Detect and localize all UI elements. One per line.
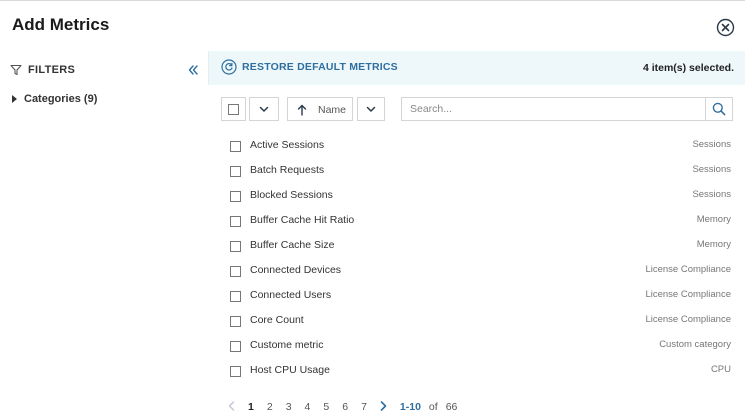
filter-icon — [10, 64, 22, 76]
chevron-left-icon — [228, 400, 235, 411]
list-item[interactable]: Buffer Cache Hit Ratio Memory — [221, 208, 733, 233]
select-all-checkbox[interactable] — [221, 97, 246, 121]
filters-label: FILTERS — [28, 64, 76, 76]
metric-category: License Compliance — [645, 314, 731, 325]
metric-name: Connected Devices — [250, 264, 342, 276]
chevron-down-icon — [366, 106, 376, 112]
sort-by-button[interactable]: Name — [287, 97, 353, 121]
row-checkbox[interactable] — [230, 166, 241, 177]
metric-name: Batch Requests — [250, 164, 325, 176]
metric-category: Memory — [696, 239, 731, 250]
metric-name: Buffer Cache Size — [250, 239, 335, 251]
list-item[interactable]: Buffer Cache Size Memory — [221, 233, 733, 258]
page-button-1[interactable]: 1 — [248, 401, 254, 413]
dialog-title: Add Metrics — [12, 15, 110, 34]
pagination: 1 2 3 4 5 6 7 1-10 of 66 — [228, 399, 457, 415]
selected-count: 4 item(s) selected. — [642, 62, 734, 74]
list-item[interactable]: Core Count License Compliance — [221, 308, 733, 333]
list-item[interactable]: Batch Requests Sessions — [221, 158, 733, 183]
metric-category: License Compliance — [645, 289, 731, 300]
collapse-icon — [188, 65, 198, 75]
select-options-dropdown[interactable] — [249, 97, 279, 121]
categories-label: Categories (9) — [24, 93, 98, 105]
add-metrics-dialog: Add Metrics FILTERS Categories (9) RESTO… — [0, 0, 745, 416]
metric-name: Active Sessions — [250, 139, 325, 151]
page-button-3[interactable]: 3 — [286, 401, 292, 413]
row-checkbox[interactable] — [230, 216, 241, 227]
metric-category: Custom category — [659, 339, 731, 350]
sort-label: Name — [318, 104, 347, 116]
row-checkbox[interactable] — [230, 266, 241, 277]
row-checkbox[interactable] — [230, 291, 241, 302]
search-icon — [712, 102, 726, 116]
row-checkbox[interactable] — [230, 241, 241, 252]
collapse-sidebar-button[interactable] — [186, 63, 200, 77]
metric-category: License Compliance — [645, 264, 731, 275]
list-item[interactable]: Connected Users License Compliance — [221, 283, 733, 308]
metrics-list: Active Sessions Sessions Batch Requests Se… — [221, 133, 733, 383]
metric-category: CPU — [710, 364, 731, 375]
list-item[interactable]: Blocked Sessions Sessions — [221, 183, 733, 208]
filters-sidebar: FILTERS Categories (9) — [0, 51, 207, 417]
header-bar: RESTORE DEFAULT METRICS 4 item(s) select… — [208, 51, 745, 85]
list-item[interactable]: Connected Devices License Compliance — [221, 258, 733, 283]
row-checkbox[interactable] — [230, 141, 241, 152]
restore-default-metrics-button[interactable]: RESTORE DEFAULT METRICS — [221, 59, 398, 75]
list-item[interactable]: Host CPU Usage CPU — [221, 358, 733, 383]
page-of-label: of — [428, 401, 438, 413]
close-icon — [716, 18, 735, 37]
list-item[interactable]: Custome metric Custom category — [221, 333, 733, 358]
categories-filter[interactable]: Categories (9) — [12, 93, 97, 105]
metric-category: Sessions — [692, 164, 731, 175]
list-toolbar: Name — [221, 97, 733, 123]
next-page-button[interactable] — [380, 400, 387, 414]
metric-name: Buffer Cache Hit Ratio — [250, 214, 355, 226]
metric-category: Sessions — [692, 139, 731, 150]
row-checkbox[interactable] — [230, 316, 241, 327]
metric-name: Core Count — [250, 314, 304, 326]
page-button-4[interactable]: 4 — [305, 401, 311, 413]
page-range: 1-10 — [399, 401, 421, 413]
row-checkbox[interactable] — [230, 341, 241, 352]
row-checkbox[interactable] — [230, 366, 241, 377]
list-item[interactable]: Active Sessions Sessions — [221, 133, 733, 158]
metrics-panel: RESTORE DEFAULT METRICS 4 item(s) select… — [208, 51, 745, 417]
page-button-5[interactable]: 5 — [323, 401, 329, 413]
restore-default-metrics-label: RESTORE DEFAULT METRICS — [242, 61, 398, 73]
chevron-down-icon — [259, 106, 269, 112]
restore-icon — [221, 59, 237, 75]
row-checkbox[interactable] — [230, 191, 241, 202]
sort-up-icon — [297, 104, 307, 116]
sort-options-dropdown[interactable] — [357, 97, 385, 121]
search-input[interactable] — [401, 97, 705, 121]
metric-name: Blocked Sessions — [250, 189, 333, 201]
select-all-checkbox-box — [228, 103, 239, 115]
chevron-right-icon — [380, 400, 387, 411]
metric-category: Sessions — [692, 189, 731, 200]
metric-name: Custome metric — [250, 339, 324, 351]
metric-category: Memory — [696, 214, 731, 225]
page-button-6[interactable]: 6 — [342, 401, 348, 413]
search-button[interactable] — [705, 97, 733, 121]
caret-right-icon — [12, 95, 17, 103]
metric-name: Connected Users — [250, 289, 332, 301]
page-total: 66 — [445, 401, 458, 413]
page-button-7[interactable]: 7 — [361, 401, 367, 413]
page-button-2[interactable]: 2 — [267, 401, 273, 413]
prev-page-button[interactable] — [228, 400, 235, 414]
filters-header: FILTERS — [10, 61, 200, 79]
close-button[interactable] — [716, 18, 735, 37]
metric-name: Host CPU Usage — [250, 364, 330, 376]
